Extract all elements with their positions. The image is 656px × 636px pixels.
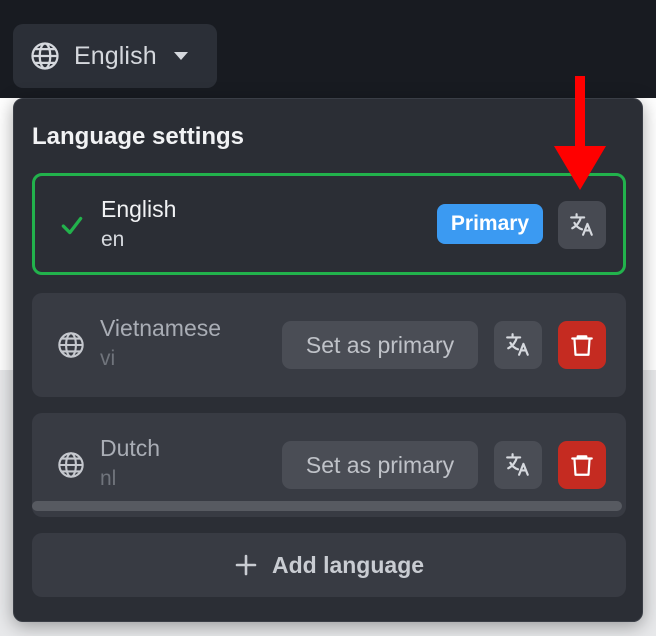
language-code: vi <box>100 347 116 370</box>
check-icon <box>61 216 83 235</box>
language-row-vietnamese: Vietnamese vi Set as primary <box>32 293 626 397</box>
globe-icon <box>31 42 59 70</box>
add-language-button[interactable]: Add language <box>32 533 626 597</box>
panel-title: Language settings <box>32 123 245 150</box>
delete-button[interactable] <box>558 321 606 369</box>
add-language-label: Add language <box>271 551 425 578</box>
translate-icon <box>570 213 593 236</box>
language-name: English <box>101 196 177 222</box>
language-name: Vietnamese <box>100 315 222 341</box>
set-as-primary-button[interactable]: Set as primary <box>282 321 478 369</box>
trash-icon <box>571 335 593 356</box>
language-name: Dutch <box>100 435 161 461</box>
language-settings-panel: Language settings English en Primary Vie… <box>13 98 643 622</box>
caret-down-icon <box>173 52 188 60</box>
trash-icon <box>571 455 593 476</box>
annotation-arrow-icon <box>554 76 606 190</box>
globe-icon <box>58 332 84 358</box>
language-dropdown-button[interactable]: English <box>13 24 217 88</box>
translate-button[interactable] <box>494 441 542 489</box>
globe-icon <box>58 452 84 478</box>
language-code: nl <box>100 467 117 490</box>
language-dropdown-label: English <box>74 41 157 70</box>
set-as-primary-button[interactable]: Set as primary <box>282 441 478 489</box>
primary-badge: Primary <box>437 204 543 244</box>
language-code: en <box>101 228 125 251</box>
language-row-english: English en Primary <box>32 173 626 275</box>
plus-icon <box>235 554 257 576</box>
horizontal-scrollbar[interactable] <box>32 501 622 511</box>
delete-button[interactable] <box>558 441 606 489</box>
translate-button[interactable] <box>494 321 542 369</box>
translate-button[interactable] <box>558 201 606 249</box>
translate-icon <box>506 333 529 356</box>
translate-icon <box>506 453 529 476</box>
